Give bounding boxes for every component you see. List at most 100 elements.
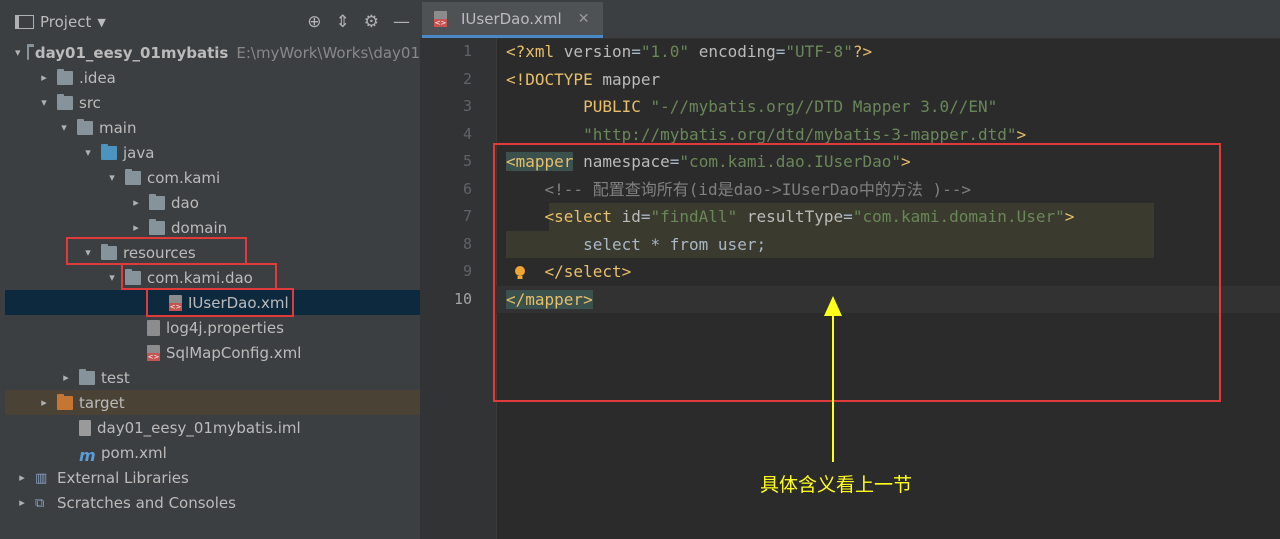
chevron-right-icon[interactable]: ▸ xyxy=(59,371,73,384)
tree-item[interactable]: ▸ .idea xyxy=(5,65,420,90)
excluded-folder-icon xyxy=(57,393,73,410)
code-line[interactable]: 3 PUBLIC "-//mybatis.org//DTD Mapper 3.0… xyxy=(463,93,1280,121)
package-icon xyxy=(149,193,165,210)
scratches-icon: ⧉ xyxy=(35,495,45,511)
locate-icon[interactable]: ⊕ xyxy=(307,12,321,32)
tree-item[interactable]: ▸ ⧉ Scratches and Consoles xyxy=(5,490,420,515)
code-line-content: <?xml version="1.0" encoding="UTF-8"?> xyxy=(506,38,872,66)
tree-item-label: pom.xml xyxy=(101,443,167,462)
tree-item-label: Scratches and Consoles xyxy=(57,493,236,512)
code-token: PUBLIC xyxy=(583,97,651,116)
tree-item-label: log4j.properties xyxy=(166,318,284,337)
folder-icon xyxy=(77,118,93,135)
code-token: "1.0" xyxy=(640,42,690,61)
highlight-box-iuserdao-xml xyxy=(146,288,294,317)
line-number: 2 xyxy=(462,69,472,88)
tree-item-label: com.kami xyxy=(147,168,221,187)
project-view-selector[interactable]: Project ▼ xyxy=(15,13,106,31)
annotation-arrow xyxy=(824,296,842,462)
highlight-box-mapper xyxy=(493,143,1221,402)
project-view-icon xyxy=(15,15,34,29)
chevron-right-icon[interactable]: ▸ xyxy=(37,71,51,84)
chevron-right-icon[interactable]: ▸ xyxy=(129,196,143,209)
tree-item[interactable]: ▾ day01_eesy_01mybatis E:\myWork\Works\day… xyxy=(5,40,420,65)
folder-icon xyxy=(57,93,73,110)
chevron-down-icon: ▼ xyxy=(97,15,106,29)
annotation-text: 具体含义看上一节 xyxy=(760,474,913,496)
tree-item[interactable]: SqlMapConfig.xml xyxy=(5,340,420,365)
tree-item[interactable]: log4j.properties xyxy=(5,315,420,340)
tab-iuserdao-xml[interactable]: IUserDao.xml ✕ xyxy=(422,2,604,38)
source-folder-icon xyxy=(101,143,117,160)
highlight-box-com-kami-dao xyxy=(121,263,277,290)
chevron-down-icon[interactable]: ▾ xyxy=(37,96,51,109)
line-number: 5 xyxy=(462,152,472,170)
close-icon[interactable]: ✕ xyxy=(578,11,590,27)
maven-icon: m xyxy=(79,445,96,465)
tree-item[interactable]: m pom.xml xyxy=(5,440,420,465)
tree-item[interactable]: ▸ target xyxy=(5,390,420,415)
code-line-content: PUBLIC "-//mybatis.org//DTD Mapper 3.0//… xyxy=(506,93,997,121)
tree-item-label: main xyxy=(99,118,137,137)
tree-item-label: day01_eesy_01mybatis.iml xyxy=(97,418,301,437)
code-line[interactable]: 2 <!DOCTYPE mapper xyxy=(463,66,1280,94)
chevron-down-icon[interactable]: ▾ xyxy=(15,46,21,59)
gear-icon[interactable]: ⚙ xyxy=(364,12,379,32)
tree-item-label: java xyxy=(123,143,155,162)
code-token: encoding xyxy=(698,42,776,61)
tree-item-label: External Libraries xyxy=(57,468,189,487)
chevron-right-icon[interactable]: ▸ xyxy=(37,396,51,409)
code-token: = xyxy=(775,42,786,61)
highlight-box-resources xyxy=(66,237,247,265)
tree-item[interactable]: ▾ com.kami xyxy=(5,165,420,190)
editor-tab-bar: IUserDao.xml ✕ xyxy=(420,0,1280,39)
code-token: > xyxy=(1016,124,1027,144)
tab-label: IUserDao.xml xyxy=(461,9,562,28)
line-number: 1 xyxy=(462,42,472,60)
tree-item-label: domain xyxy=(171,218,228,237)
tree-item[interactable]: ▸ test xyxy=(5,365,420,390)
tree-item-label: SqlMapConfig.xml xyxy=(166,343,302,362)
collapse-all-icon[interactable]: ⇕ xyxy=(336,12,350,32)
code-token: ?> xyxy=(852,42,873,61)
tree-item-label: src xyxy=(79,93,101,112)
code-token: "UTF-8" xyxy=(785,42,853,61)
code-token: <!DOCTYPE xyxy=(506,69,603,89)
code-token: mapper xyxy=(602,69,661,89)
line-number: 10 xyxy=(453,289,472,308)
code-line-content: <!DOCTYPE mapper xyxy=(506,66,660,94)
code-token: "http://mybatis.org/dtd/mybatis-3-mapper… xyxy=(583,124,1017,144)
chevron-down-icon[interactable]: ▾ xyxy=(57,121,71,134)
tree-item[interactable]: day01_eesy_01mybatis.iml xyxy=(5,415,420,440)
tree-item[interactable]: ▾ main xyxy=(5,115,420,140)
tree-item[interactable]: ▾ java xyxy=(5,140,420,165)
xml-file-icon xyxy=(434,10,447,27)
line-number: 8 xyxy=(462,234,472,253)
line-number: 7 xyxy=(462,207,472,225)
minimize-icon[interactable]: — xyxy=(393,12,410,32)
code-token: = xyxy=(631,42,641,61)
code-token: <?xml xyxy=(506,42,564,61)
package-icon xyxy=(149,218,165,235)
chevron-right-icon[interactable]: ▸ xyxy=(129,221,143,234)
project-panel-title: Project xyxy=(40,13,92,31)
xml-file-icon xyxy=(147,344,160,361)
line-number: 3 xyxy=(462,97,472,115)
iml-file-icon xyxy=(79,419,91,436)
tree-item-label: .idea xyxy=(79,68,116,87)
chevron-down-icon[interactable]: ▾ xyxy=(105,171,119,184)
module-folder-icon xyxy=(26,43,35,60)
chevron-down-icon[interactable]: ▾ xyxy=(105,271,119,284)
chevron-right-icon[interactable]: ▸ xyxy=(15,471,29,484)
chevron-right-icon[interactable]: ▸ xyxy=(15,496,29,509)
code-token: "-//mybatis.org//DTD Mapper 3.0//EN" xyxy=(650,97,998,116)
tree-item[interactable]: ▸ ▥ External Libraries xyxy=(5,465,420,490)
tree-item[interactable]: ▾ src xyxy=(5,90,420,115)
folder-icon xyxy=(79,368,95,385)
tree-item[interactable]: ▸ dao xyxy=(5,190,420,215)
line-number: 6 xyxy=(462,179,472,198)
chevron-down-icon[interactable]: ▾ xyxy=(81,146,95,159)
folder-icon xyxy=(57,68,73,85)
code-line[interactable]: 1 <?xml version="1.0" encoding="UTF-8"?> xyxy=(463,38,1280,66)
